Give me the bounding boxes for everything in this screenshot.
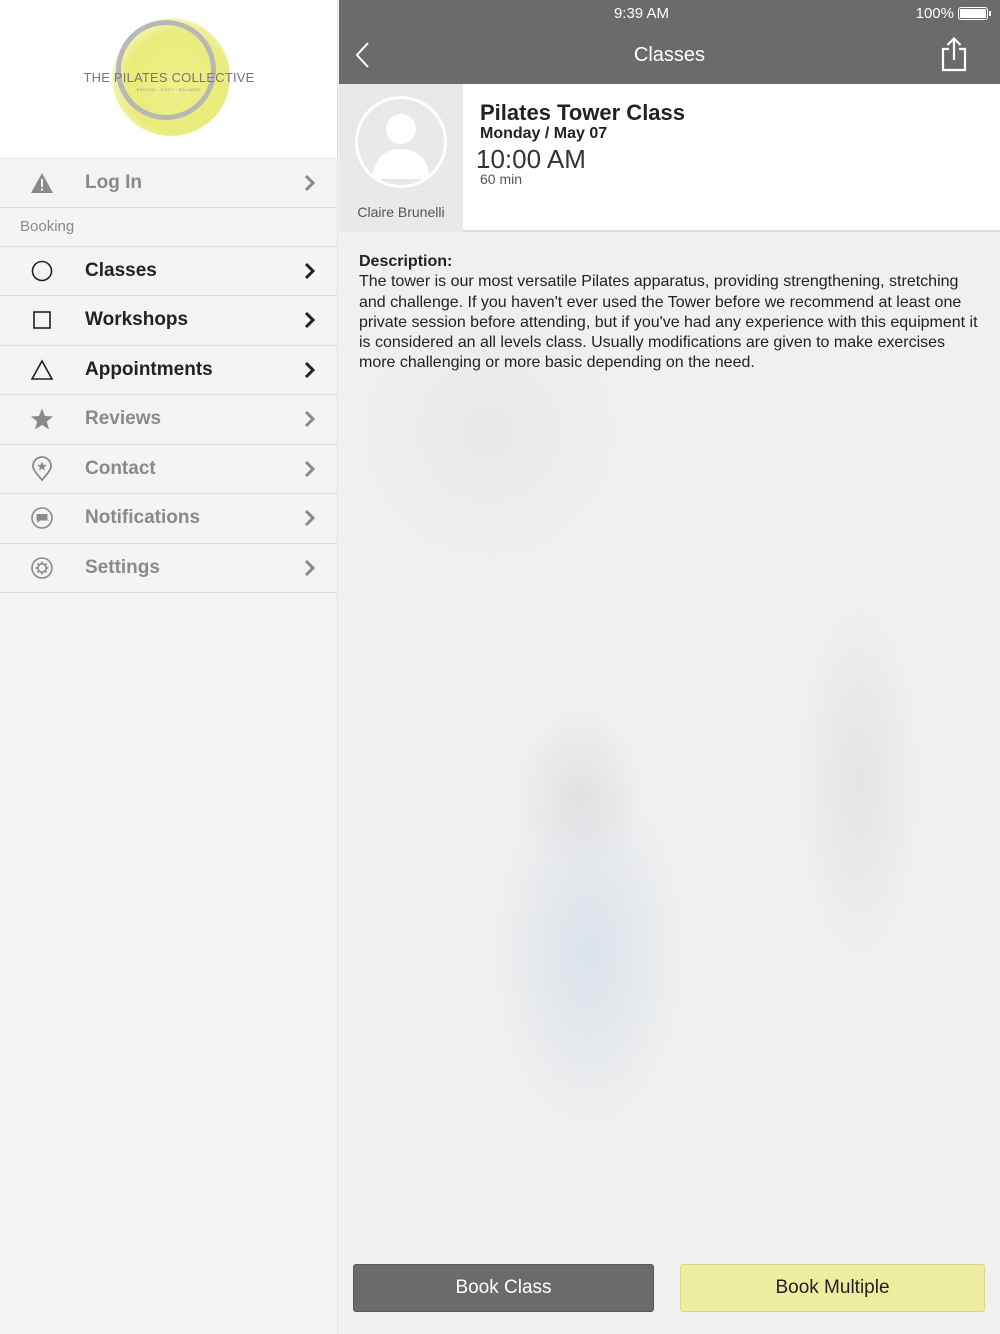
status-time: 9:39 AM xyxy=(613,5,669,22)
instructor-name: Claire Brunelli xyxy=(357,204,445,220)
chevron-right-icon xyxy=(304,262,316,279)
sidebar-item-label: Settings xyxy=(85,556,160,578)
class-duration: 60 min xyxy=(480,171,523,187)
sidebar-item-settings[interactable]: Settings xyxy=(0,543,337,593)
chevron-right-icon xyxy=(304,559,316,576)
sidebar-item-label: Notifications xyxy=(85,507,201,529)
book-multiple-button[interactable]: Book Multiple xyxy=(680,1264,985,1312)
battery-tip xyxy=(989,11,991,16)
chevron-right-icon xyxy=(304,174,316,191)
sidebar-item-label: Workshops xyxy=(85,309,189,331)
sidebar-item-appointments[interactable]: Appointments xyxy=(0,345,337,395)
main-panel: 9:39 AM 100% Classes Claire Brunelli Pil… xyxy=(339,0,1000,1334)
sidebar-item-label: Classes xyxy=(85,259,157,281)
class-title: Pilates Tower Class xyxy=(480,100,686,125)
description-label: Description: xyxy=(359,253,453,270)
warning-icon xyxy=(30,171,54,195)
page-title: Classes xyxy=(633,44,706,66)
sidebar-item-label: Reviews xyxy=(85,408,162,430)
battery-percent: 100% xyxy=(915,5,954,22)
sidebar-item-label: Log In xyxy=(85,171,142,193)
sidebar-item-login[interactable]: Log In xyxy=(0,158,337,208)
chevron-right-icon xyxy=(304,510,316,527)
chevron-right-icon xyxy=(304,411,316,428)
logo-tagline: BREATH · BODY · BALANCE xyxy=(136,87,202,92)
sidebar-item-reviews[interactable]: Reviews xyxy=(0,395,337,445)
square-icon xyxy=(30,308,54,332)
description-text: The tower is our most versatile Pilates … xyxy=(359,273,978,372)
avatar xyxy=(355,96,447,188)
class-description: Description: The tower is our most versa… xyxy=(359,252,979,374)
chevron-right-icon xyxy=(304,460,316,477)
star-icon xyxy=(30,407,54,431)
battery-icon xyxy=(958,7,988,20)
sidebar-item-notifications[interactable]: Notifications xyxy=(0,494,337,544)
sidebar: THE PILATES COLLECTIVE BREATH · BODY · B… xyxy=(0,0,338,1334)
chevron-right-icon xyxy=(304,361,316,378)
logo: THE PILATES COLLECTIVE BREATH · BODY · B… xyxy=(0,0,337,158)
class-header: Claire Brunelli Pilates Tower Class Mond… xyxy=(339,84,1000,232)
location-pin-icon xyxy=(30,455,54,482)
sidebar-item-classes[interactable]: Classes xyxy=(0,246,337,296)
sidebar-item-label: Appointments xyxy=(85,358,213,380)
chevron-right-icon xyxy=(304,312,316,329)
nav-bar: 9:39 AM 100% Classes xyxy=(339,0,1000,84)
sidebar-item-label: Contact xyxy=(85,457,156,479)
chat-bubble-icon xyxy=(30,506,54,530)
section-header-booking: Booking xyxy=(0,208,337,247)
triangle-icon xyxy=(30,358,54,382)
gear-icon xyxy=(30,556,54,580)
class-date: Monday / May 07 xyxy=(480,125,608,142)
share-icon[interactable] xyxy=(940,36,968,72)
background-photo xyxy=(339,232,1000,1334)
circle-icon xyxy=(30,259,54,283)
logo-name: THE PILATES COLLECTIVE xyxy=(83,70,255,85)
sidebar-item-contact[interactable]: Contact xyxy=(0,444,337,494)
book-class-button[interactable]: Book Class xyxy=(353,1264,654,1312)
instructor-card[interactable]: Claire Brunelli xyxy=(339,84,463,232)
sidebar-item-workshops[interactable]: Workshops xyxy=(0,296,337,346)
